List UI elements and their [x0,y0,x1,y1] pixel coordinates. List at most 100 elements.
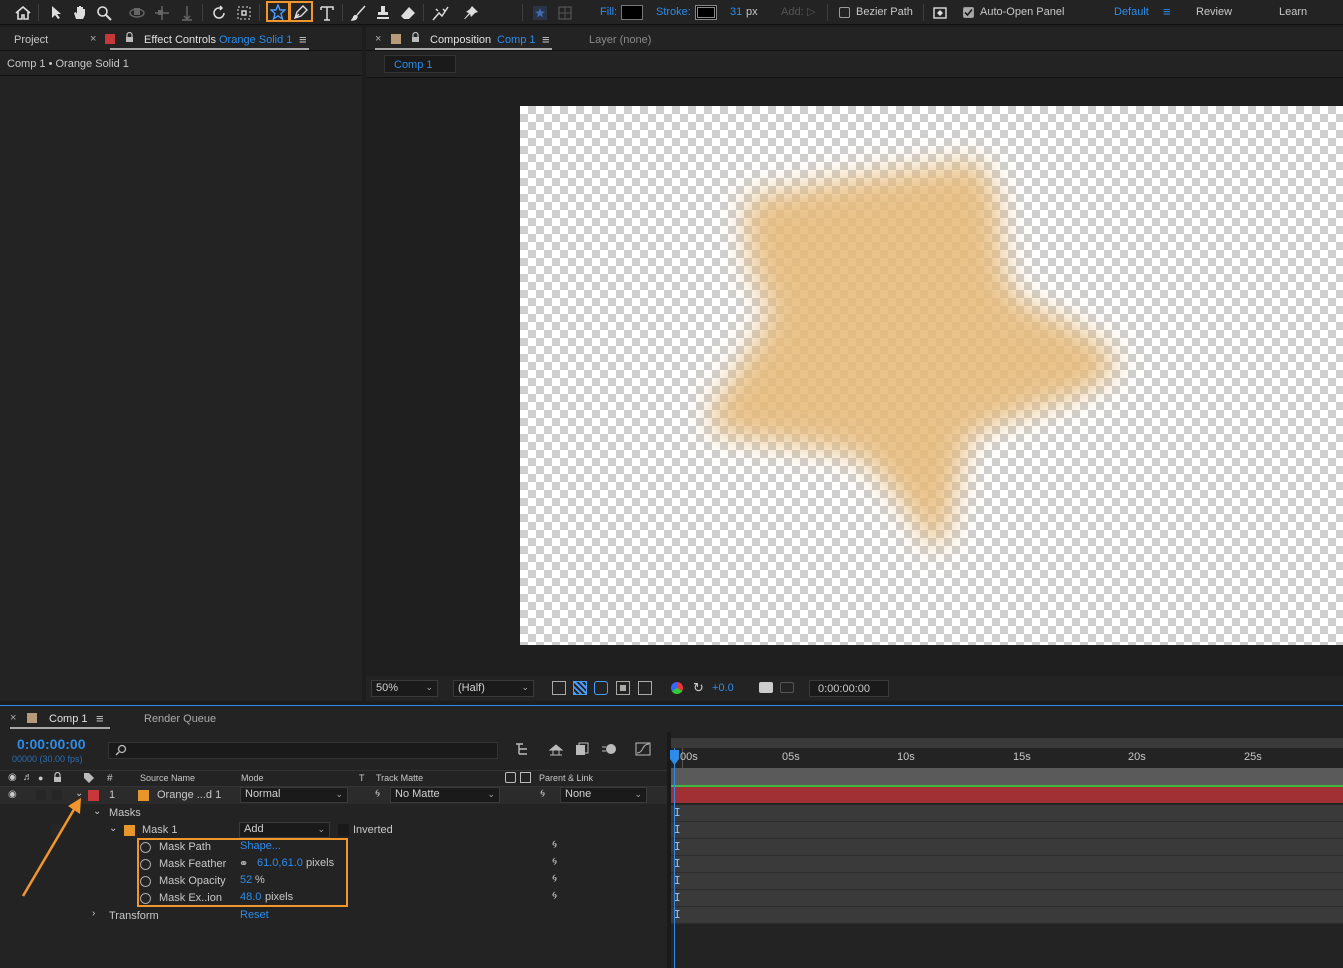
transform-reset-link[interactable]: Reset [240,909,269,921]
layer-duration-bar[interactable] [671,787,1343,803]
lock-icon[interactable] [411,31,420,46]
lock-icon[interactable] [53,771,62,786]
work-area-bar[interactable] [671,738,1343,748]
tab-timeline-comp[interactable]: Comp 1 [49,713,88,725]
fill-color-swatch[interactable] [621,5,643,20]
pick-whip-icon[interactable]: 🌀︎ [552,839,557,852]
playhead-handle[interactable] [669,750,680,766]
eraser-tool-icon[interactable] [398,3,418,22]
region-of-interest-icon[interactable] [616,681,630,695]
comp-viewer[interactable] [366,78,1343,676]
home-icon[interactable] [13,3,33,22]
tab-composition-target[interactable]: Comp 1 [497,34,536,46]
zoom-dropdown[interactable]: 50% ⌄ [371,680,438,697]
panel-menu-icon[interactable]: ≡ [299,32,307,47]
tab-effect-controls[interactable]: Effect Controls [144,34,216,46]
star-tool-icon[interactable] [266,1,290,22]
comp-subtab[interactable]: Comp 1 [384,55,456,73]
panel-menu-icon[interactable]: ≡ [542,32,550,47]
pan-camera-icon[interactable] [152,3,172,22]
graph-editor-icon[interactable] [635,742,651,759]
mask-color-swatch[interactable] [124,825,135,836]
pan-behind-icon[interactable] [234,3,254,22]
tab-effect-target[interactable]: Orange Solid 1 [219,34,292,46]
zoom-tool-icon[interactable] [94,3,114,22]
hand-tool-icon[interactable] [70,3,90,22]
brush-tool-icon[interactable] [349,3,369,22]
bezier-path-checkbox[interactable] [839,7,850,18]
workspace-learn[interactable]: Learn [1279,6,1307,18]
auto-open-panel-checkbox[interactable] [963,7,974,18]
snapping-icon[interactable] [930,3,950,22]
rotation-tool-icon[interactable] [209,3,229,22]
inverted-checkbox[interactable] [338,824,349,836]
resolution-dropdown[interactable]: (Half) ⌄ [453,680,534,697]
viewer-timecode[interactable]: 0:00:00:00 [809,680,889,697]
add-menu-icon[interactable]: ▷ [807,5,815,18]
stroke-color-swatch[interactable] [695,5,717,20]
mask-mode-dropdown[interactable]: Add ⌄ [239,822,330,838]
parent-dropdown[interactable]: None ⌄ [560,787,647,803]
pick-whip-icon[interactable]: 🌀︎ [552,856,557,869]
solo-icon[interactable]: ● [38,773,43,783]
tab-project[interactable]: Project [14,34,48,46]
layer-source-name[interactable]: Orange ...d 1 [157,789,221,801]
guides-icon[interactable] [638,681,652,695]
tab-layer[interactable]: Layer (none) [589,34,651,46]
panel-menu-icon[interactable]: ≡ [96,711,104,726]
mask-visibility-icon[interactable] [594,681,608,695]
pen-tool-icon[interactable] [289,1,313,22]
draft-3d-icon[interactable] [548,742,564,759]
pick-whip-icon[interactable]: 🌀︎ [375,788,380,801]
parent-pick-whip-icon[interactable]: 🌀︎ [540,788,545,801]
tab-render-queue[interactable]: Render Queue [144,713,216,725]
exposure-value[interactable]: +0.0 [712,682,734,694]
workspace-review[interactable]: Review [1196,6,1232,18]
close-icon[interactable]: × [375,33,381,45]
shape-grid-icon[interactable] [555,3,575,22]
color-channels-icon[interactable] [671,682,683,694]
show-snapshot-icon[interactable] [780,682,794,693]
frame-blending-icon[interactable] [575,742,591,759]
current-time-display[interactable]: 0:00:00:00 [17,736,86,752]
close-icon[interactable]: × [10,712,16,724]
chevron-down-icon[interactable]: ⌄ [109,823,117,834]
layer-search-input[interactable] [108,742,498,759]
pick-whip-icon[interactable]: 🌀︎ [552,890,557,903]
dolly-camera-icon[interactable] [177,3,197,22]
time-ruler[interactable]: 00s 05s 10s 15s 20s 25s [671,748,1343,768]
clone-stamp-icon[interactable] [373,3,393,22]
orbit-camera-icon[interactable] [127,3,147,22]
lock-icon[interactable] [125,31,134,46]
track-matte-dropdown[interactable]: No Matte ⌄ [390,787,500,803]
motion-blur-icon[interactable] [601,742,617,759]
fast-previews-icon[interactable] [552,681,566,695]
shape-fill-star-icon[interactable] [530,3,550,22]
transparency-grid-toggle-icon[interactable] [573,681,587,695]
star-shape-layer[interactable] [520,106,1343,645]
chevron-right-icon[interactable]: › [92,908,95,919]
chevron-down-icon[interactable]: ⌄ [93,806,101,817]
col-source-name[interactable]: Source Name [140,773,195,783]
layer-row[interactable]: ◉ ⌄ 1 Orange ...d 1 Normal ⌄ 🌀︎ No Matte ⌄… [0,787,667,804]
tab-composition[interactable]: Composition [430,34,491,46]
reset-exposure-icon[interactable]: ↻ [693,680,704,696]
mask-name[interactable]: Mask 1 [142,824,177,836]
stroke-width-value[interactable]: 31 [730,6,742,18]
close-icon[interactable]: × [90,33,96,45]
col-track-matte[interactable]: Track Matte [376,773,423,783]
audio-icon[interactable]: ♬ [23,772,33,783]
mask-row[interactable]: ⌄ Mask 1 Add ⌄ Inverted [0,822,667,839]
workspace-default[interactable]: Default [1114,6,1149,18]
selection-tool-icon[interactable] [46,3,66,22]
roto-brush-icon[interactable] [430,3,450,22]
layer-mode-dropdown[interactable]: Normal ⌄ [240,787,348,803]
col-mode[interactable]: Mode [241,773,264,783]
col-parent-link[interactable]: Parent & Link [539,773,593,783]
snapshot-camera-icon[interactable] [759,682,773,693]
masks-group-row[interactable]: ⌄ Masks [0,805,667,822]
playhead-line[interactable] [674,748,675,968]
composition-flowchart-icon[interactable] [515,742,531,759]
layer-eye-icon[interactable]: ◉ [8,789,17,800]
type-tool-icon[interactable] [317,3,337,22]
